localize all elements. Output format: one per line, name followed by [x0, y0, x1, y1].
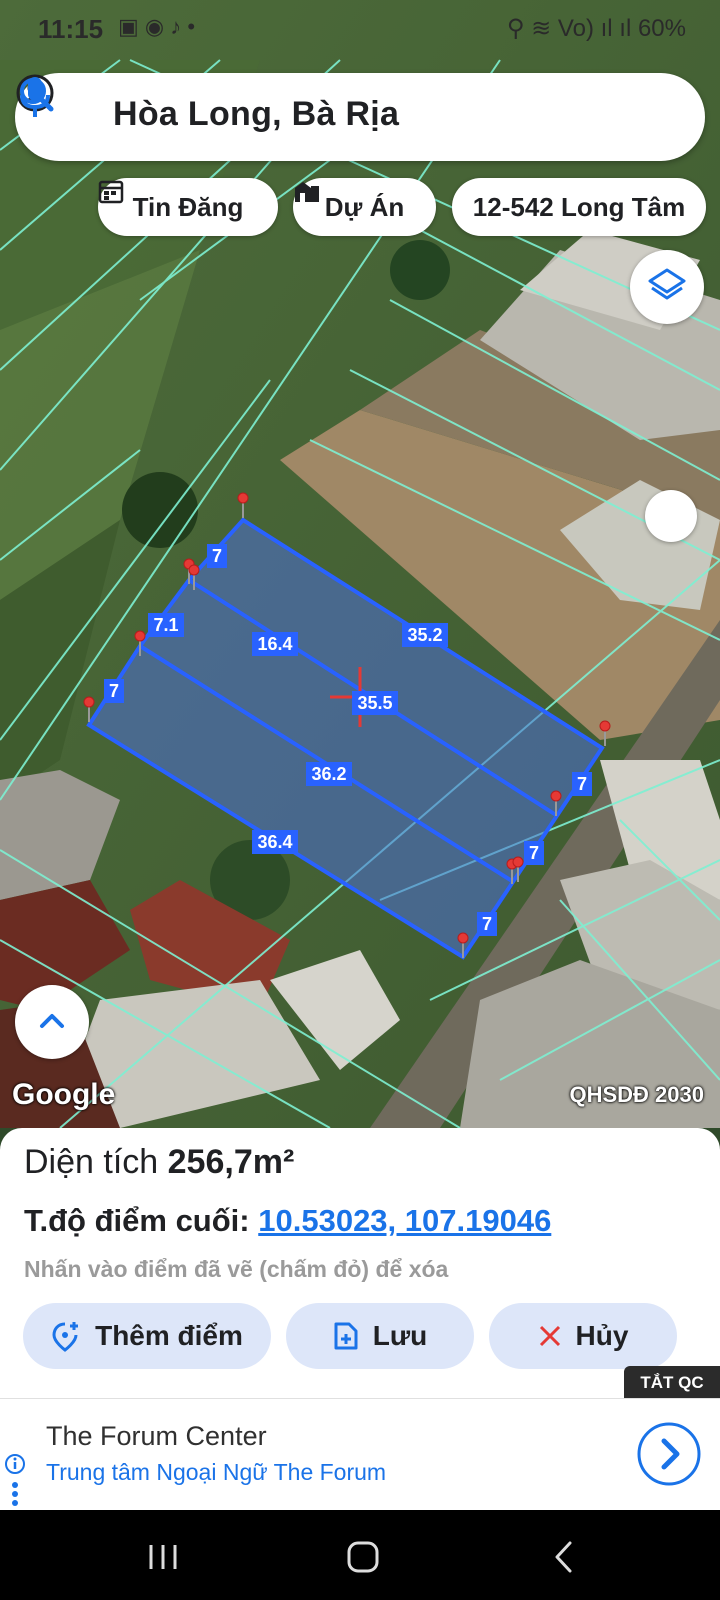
svg-text:7.1: 7.1 — [153, 615, 178, 635]
segment-label: 7.1 — [148, 613, 184, 637]
map-layer-label: QHSDĐ 2030 — [569, 1082, 704, 1107]
system-nav-bar — [0, 1510, 720, 1600]
svg-text:7: 7 — [577, 774, 587, 794]
ad-title[interactable]: The Forum Center — [46, 1421, 267, 1452]
segment-label: 7 — [104, 679, 124, 703]
more-options-icon[interactable] — [11, 1481, 19, 1507]
mic-icon[interactable] — [15, 73, 55, 121]
svg-text:35.2: 35.2 — [407, 625, 442, 645]
chevron-up-icon — [40, 1014, 64, 1028]
area-label: Diện tích — [24, 1143, 159, 1181]
add-location-icon — [52, 1322, 79, 1352]
svg-text:7: 7 — [212, 546, 222, 566]
area-row: Diện tích 256,7m² — [24, 1143, 294, 1182]
delete-hint: Nhấn vào điểm đã vẽ (chấm đỏ) để xóa — [24, 1256, 449, 1282]
chip-label: 12-542 Long Tâm — [472, 191, 686, 222]
chip-tin-dang[interactable]: Tin Đăng — [98, 178, 278, 236]
svg-text:7: 7 — [482, 914, 492, 934]
save-file-icon — [334, 1322, 358, 1350]
chip-label: Dự Án — [324, 191, 405, 222]
segment-label: 7 — [572, 772, 592, 796]
segment-label: 36.4 — [252, 830, 298, 854]
svg-text:35.5: 35.5 — [357, 693, 392, 713]
compass-button[interactable] — [645, 490, 697, 542]
add-point-button[interactable]: Thêm điểm — [23, 1303, 271, 1369]
coord-label: T.độ điểm cuối: — [24, 1203, 250, 1238]
info-icon[interactable] — [4, 1453, 26, 1475]
cancel-button[interactable]: Hủy — [489, 1303, 677, 1369]
recents-icon[interactable] — [146, 1542, 180, 1572]
save-button[interactable]: Lưu — [286, 1303, 474, 1369]
svg-text:36.2: 36.2 — [311, 764, 346, 784]
chip-location[interactable]: 12-542 Long Tâm — [452, 178, 706, 236]
ad-subtitle[interactable]: Trung tâm Ngoại Ngữ The Forum — [46, 1459, 386, 1486]
google-logo: Google — [12, 1078, 116, 1111]
back-icon[interactable] — [552, 1540, 576, 1574]
segment-label: 7 — [207, 544, 227, 568]
search-title[interactable]: Hòa Long, Bà Rịa — [113, 95, 399, 134]
svg-text:7: 7 — [109, 681, 119, 701]
cancel-label: Hủy — [575, 1320, 629, 1351]
add-point-label: Thêm điểm — [95, 1320, 243, 1351]
calendar-icon — [98, 180, 124, 204]
segment-label: 36.2 — [306, 762, 352, 786]
search-bar[interactable]: Hòa Long, Bà Rịa — [15, 73, 705, 161]
status-bar: 11:15 ▣ ◉ ♪ • ⚲ ≋ Vo) ıl ıl 60% — [0, 0, 720, 58]
notification-icons: ▣ ◉ ♪ • — [118, 14, 196, 39]
area-value: 256,7m² — [167, 1143, 295, 1181]
chip-label: Tin Đăng — [132, 191, 244, 222]
hide-ads-button[interactable]: TẮT QC — [624, 1366, 720, 1400]
expand-panel-button[interactable] — [15, 985, 89, 1059]
layers-icon — [648, 268, 686, 300]
close-icon — [539, 1325, 560, 1347]
chip-du-an[interactable]: Dự Án — [293, 178, 436, 236]
segment-label: 35.2 — [402, 623, 448, 647]
coord-link[interactable]: 10.53023, 107.19046 — [258, 1203, 551, 1238]
segment-label: 7 — [524, 841, 544, 865]
svg-text:36.4: 36.4 — [257, 832, 292, 852]
map-view[interactable]: 7 7.1 7 16.4 35.2 35.5 36.2 36.4 7 7 7 1… — [0, 0, 720, 1128]
buildings-icon — [295, 182, 319, 202]
satellite-map[interactable]: 7 7.1 7 16.4 35.2 35.5 36.2 36.4 7 7 7 — [0, 0, 720, 1128]
save-label: Lưu — [372, 1320, 428, 1351]
svg-text:7: 7 — [529, 843, 539, 863]
segment-label: 35.5 — [352, 691, 398, 715]
ad-banner[interactable]: The Forum Center Trung tâm Ngoại Ngữ The… — [0, 1398, 720, 1511]
segment-label: 16.4 — [252, 632, 298, 656]
layers-button[interactable] — [630, 250, 704, 324]
status-time: 11:15 — [38, 14, 104, 44]
ad-open-button[interactable] — [636, 1421, 702, 1487]
status-right-icons: ⚲ ≋ Vo) ıl ıl 60% — [506, 15, 686, 42]
svg-text:16.4: 16.4 — [257, 634, 292, 654]
segment-label: 7 — [477, 912, 497, 936]
coordinate-row: T.độ điểm cuối: 10.53023, 107.19046 — [24, 1203, 551, 1239]
home-icon[interactable] — [346, 1540, 380, 1574]
